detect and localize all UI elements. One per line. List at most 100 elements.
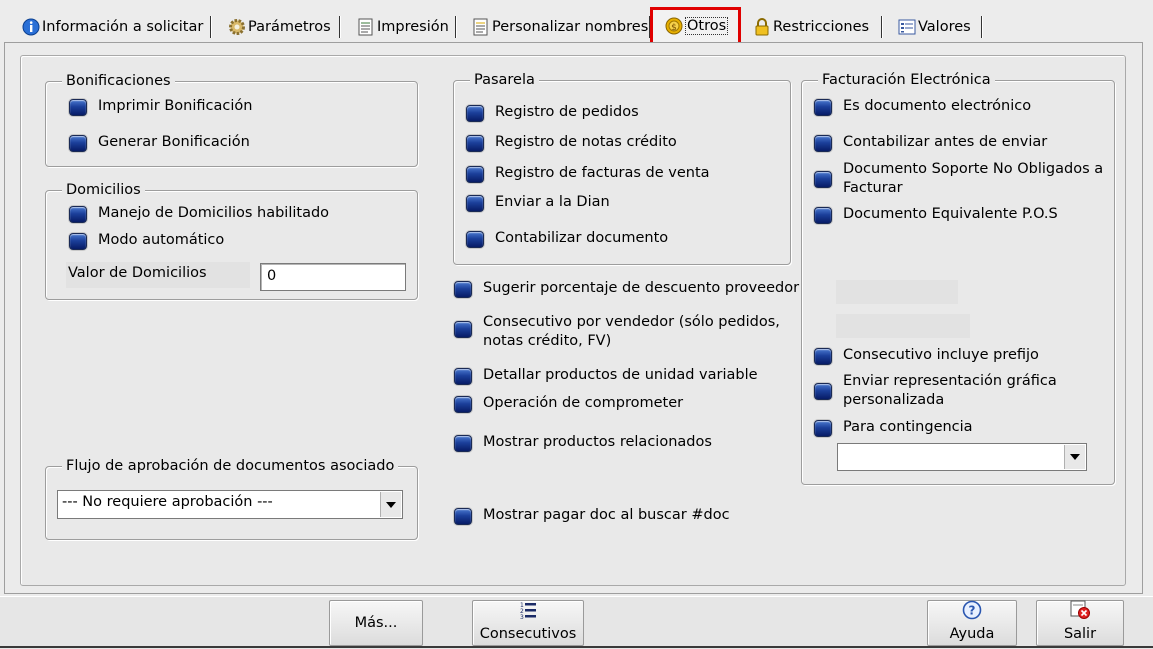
checkbox-box[interactable] (466, 166, 484, 183)
gear-icon (228, 18, 246, 36)
checkbox-label: Documento Soporte No Obligados a Factura… (843, 161, 1104, 196)
checkbox-box[interactable] (814, 420, 832, 437)
lock-icon (753, 18, 771, 36)
bonificaciones-group: Bonificaciones (45, 72, 418, 167)
empty-field-placeholder (836, 280, 958, 304)
checkbox-box[interactable] (814, 171, 832, 188)
tab-informacion-a-solicitar[interactable]: Información a solicitar (22, 14, 203, 40)
checkbox-label: Modo automático (98, 232, 225, 248)
checkbox-box[interactable] (69, 206, 87, 223)
registro-notas-credito-checkbox[interactable]: Registro de notas crédito (466, 133, 677, 152)
checkbox-label: Mostrar productos relacionados (483, 434, 712, 450)
checkbox-box[interactable] (466, 135, 484, 152)
checkbox-box[interactable] (814, 348, 832, 365)
group-title: Flujo de aprobación de documentos asocia… (62, 457, 399, 475)
document-icon (357, 18, 375, 36)
tab-personalizar-nombres[interactable]: Personalizar nombres (472, 14, 648, 40)
contabilizar-documento-checkbox[interactable]: Contabilizar documento (466, 229, 668, 248)
tab-separator (210, 16, 212, 38)
registro-facturas-venta-checkbox[interactable]: Registro de facturas de venta (466, 164, 710, 183)
imprimir-bonificacion-checkbox[interactable]: Imprimir Bonificación (69, 97, 252, 116)
tab-valores[interactable]: Valores (898, 14, 971, 40)
registro-pedidos-checkbox[interactable]: Registro de pedidos (466, 103, 639, 122)
documento-equivalente-pos-checkbox[interactable]: Documento Equivalente P.O.S (814, 205, 1058, 224)
button-label: Consecutivos (479, 626, 577, 642)
mostrar-productos-relacionados-checkbox[interactable]: Mostrar productos relacionados (454, 433, 712, 452)
generar-bonificacion-checkbox[interactable]: Generar Bonificación (69, 133, 250, 152)
documento-soporte-checkbox[interactable]: Documento Soporte No Obligados a Factura… (814, 160, 1106, 198)
list-icon (898, 18, 916, 36)
mostrar-pagar-doc-checkbox[interactable]: Mostrar pagar doc al buscar #doc (454, 506, 730, 525)
checkbox-label: Enviar a la Dian (495, 194, 610, 210)
sugerir-porcentaje-checkbox[interactable]: Sugerir porcentaje de descuento proveedo… (454, 279, 799, 298)
flujo-aprobacion-select[interactable]: --- No requiere aprobación --- (57, 490, 403, 519)
tab-label: Otros (685, 17, 729, 35)
select-value: --- No requiere aprobación --- (62, 494, 273, 510)
valor-domicilios-input[interactable]: 0 (260, 263, 406, 291)
tab-label: Valores (918, 19, 971, 35)
tab-restricciones[interactable]: Restricciones (753, 14, 869, 40)
tab-separator (881, 16, 883, 38)
checkbox-box[interactable] (466, 231, 484, 248)
detallar-productos-checkbox[interactable]: Detallar productos de unidad variable (454, 366, 758, 385)
checkbox-box[interactable] (69, 135, 87, 152)
operacion-comprometer-checkbox[interactable]: Operación de comprometer (454, 394, 683, 413)
para-contingencia-checkbox[interactable]: Para contingencia (814, 418, 973, 437)
modo-automatico-checkbox[interactable]: Modo automático (69, 231, 224, 250)
checkbox-box[interactable] (814, 99, 832, 116)
tab-impresion[interactable]: Impresión (357, 14, 449, 40)
consecutivos-button[interactable]: 123 Consecutivos (472, 600, 584, 646)
tab-label: Información a solicitar (42, 19, 204, 35)
checkbox-label: Contabilizar antes de enviar (843, 134, 1048, 150)
checkbox-box[interactable] (466, 105, 484, 122)
contabilizar-antes-enviar-checkbox[interactable]: Contabilizar antes de enviar (814, 133, 1047, 152)
info-icon (22, 18, 40, 36)
tab-separator (981, 16, 983, 38)
group-title: Pasarela (470, 71, 539, 89)
checkbox-label: Mostrar pagar doc al buscar #doc (483, 507, 730, 523)
checkbox-box[interactable] (69, 99, 87, 116)
contingencia-select[interactable] (837, 443, 1087, 471)
empty-field-placeholder (836, 314, 970, 338)
checkbox-box[interactable] (454, 508, 472, 525)
tab-separator (455, 16, 457, 38)
numbered-list-icon: 123 (519, 601, 537, 623)
svg-text:$: $ (671, 23, 677, 33)
mas-button[interactable]: Más... (329, 600, 423, 646)
salir-button[interactable]: Salir (1036, 600, 1124, 646)
tab-otros[interactable]: $ Otros (649, 7, 742, 45)
checkbox-box[interactable] (814, 383, 832, 400)
checkbox-box[interactable] (454, 368, 472, 385)
checkbox-box[interactable] (466, 195, 484, 212)
valor-domicilios-label: Valor de Domicilios (68, 265, 207, 281)
checkbox-box[interactable] (454, 396, 472, 413)
enviar-dian-checkbox[interactable]: Enviar a la Dian (466, 193, 610, 212)
checkbox-label: Para contingencia (843, 419, 973, 435)
checkbox-box[interactable] (454, 321, 472, 338)
consecutivo-incluye-prefijo-checkbox[interactable]: Consecutivo incluye prefijo (814, 346, 1039, 365)
chevron-down-icon[interactable] (380, 492, 401, 517)
chevron-down-icon[interactable] (1064, 445, 1085, 469)
checkbox-box[interactable] (814, 207, 832, 224)
coin-icon: $ (665, 17, 683, 35)
checkbox-box[interactable] (454, 435, 472, 452)
tab-parametros[interactable]: Parámetros (228, 14, 331, 40)
manejo-domicilios-checkbox[interactable]: Manejo de Domicilios habilitado (69, 204, 329, 223)
consecutivo-vendedor-checkbox[interactable]: Consecutivo por vendedor (sólo pedidos, … (454, 313, 784, 351)
checkbox-label: Sugerir porcentaje de descuento proveedo… (483, 280, 800, 296)
help-icon: ? (962, 600, 982, 624)
enviar-representacion-grafica-checkbox[interactable]: Enviar representación gráfica personaliz… (814, 372, 1106, 410)
es-documento-electronico-checkbox[interactable]: Es documento electrónico (814, 97, 1031, 116)
checkbox-box[interactable] (454, 281, 472, 298)
group-title: Bonificaciones (62, 72, 175, 90)
svg-text:3: 3 (520, 614, 524, 619)
checkbox-label: Enviar representación gráfica personaliz… (843, 373, 1057, 408)
tab-label: Restricciones (773, 19, 870, 35)
tab-separator (339, 16, 341, 38)
checkbox-box[interactable] (814, 135, 832, 152)
ayuda-button[interactable]: ? Ayuda (927, 600, 1017, 646)
checkbox-label: Consecutivo por vendedor (sólo pedidos, … (483, 314, 780, 349)
checkbox-box[interactable] (69, 233, 87, 250)
button-label: Más... (354, 615, 398, 631)
checkbox-label: Generar Bonificación (98, 134, 250, 150)
